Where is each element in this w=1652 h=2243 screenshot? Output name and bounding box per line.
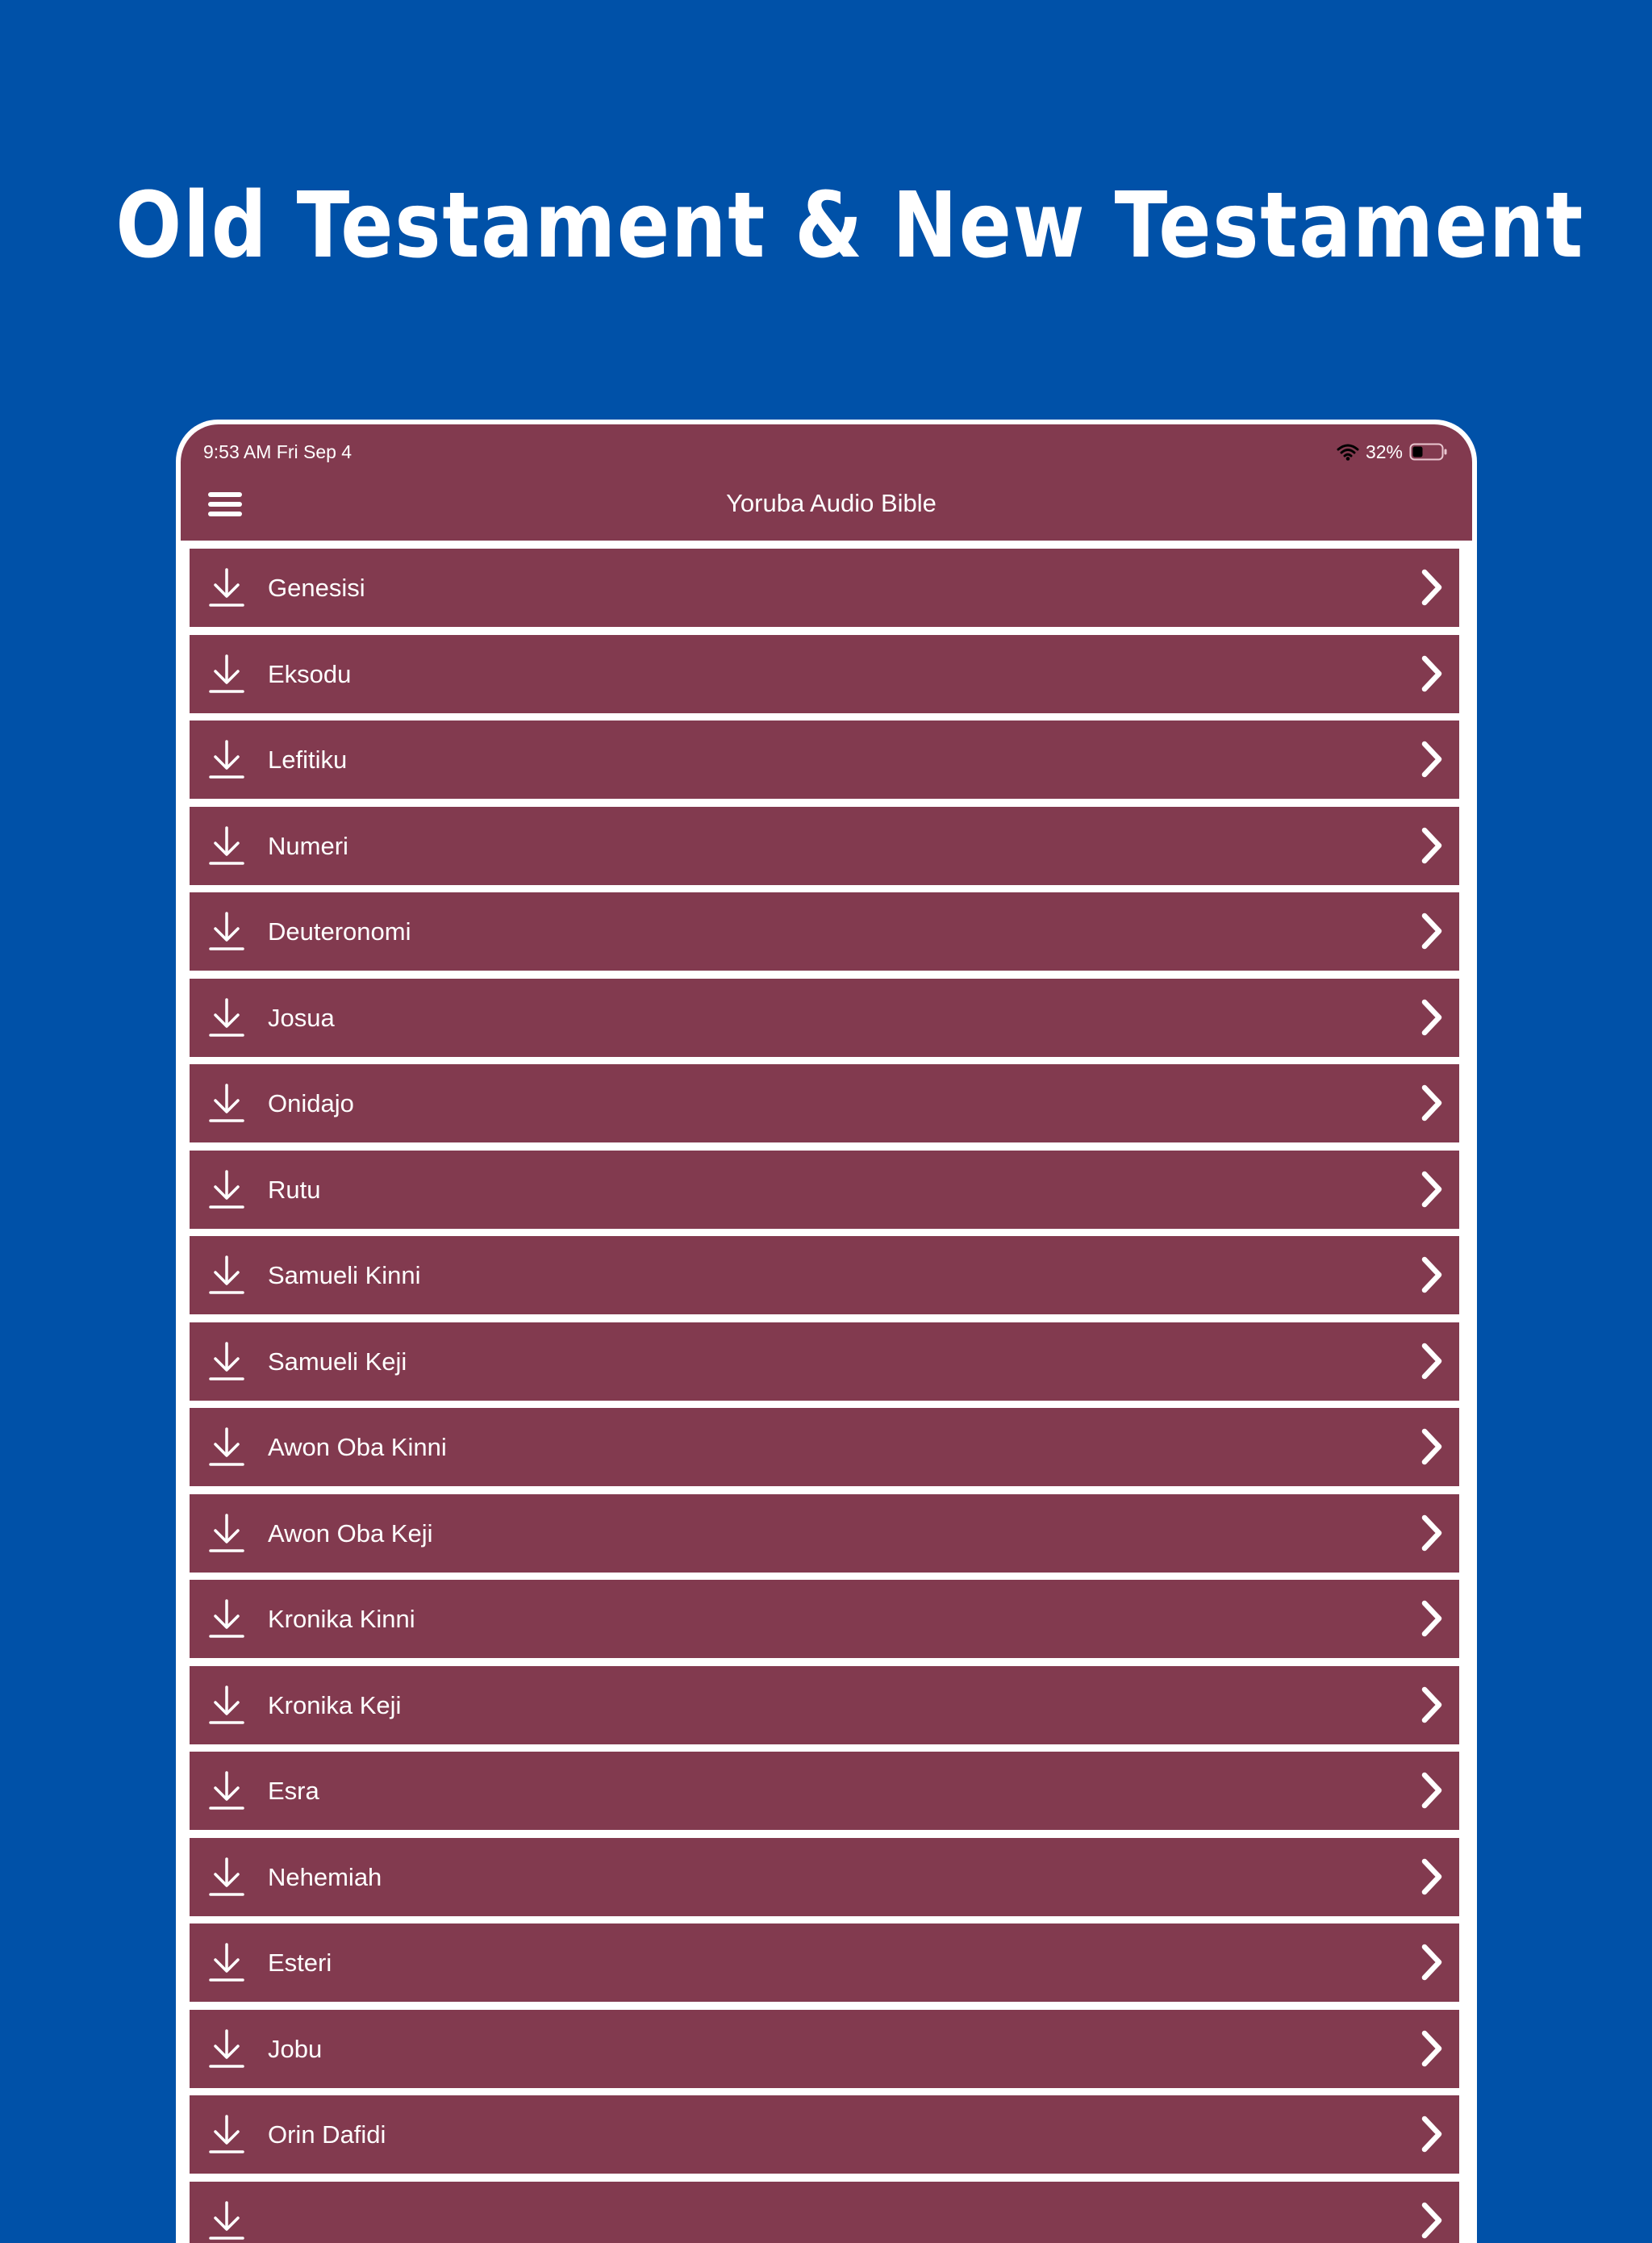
download-icon[interactable] (209, 1857, 244, 1898)
download-icon[interactable] (209, 1342, 244, 1382)
download-icon[interactable] (209, 1514, 244, 1554)
book-row-7[interactable]: Rutu (190, 1151, 1459, 1229)
download-icon[interactable] (209, 1427, 244, 1468)
chevron-right-icon (1419, 1771, 1443, 1810)
book-row-13[interactable]: Kronika Keji (190, 1666, 1459, 1744)
download-icon[interactable] (209, 1685, 244, 1726)
book-label: Josua (268, 979, 335, 1057)
download-icon[interactable] (209, 1943, 244, 1983)
book-list: Genesisi Eksodu Le (190, 549, 1459, 2243)
download-icon[interactable] (209, 654, 244, 695)
book-label: Orin Dafidi (268, 2095, 386, 2174)
chevron-right-icon (1419, 2115, 1443, 2153)
battery-percent: 32% (1366, 441, 1403, 463)
download-icon[interactable] (209, 1084, 244, 1124)
book-label: Esra (268, 1752, 319, 1830)
book-row-1[interactable]: Eksodu (190, 635, 1459, 713)
download-icon[interactable] (209, 1170, 244, 1210)
download-icon[interactable] (209, 1599, 244, 1639)
book-row-8[interactable]: Samueli Kinni (190, 1236, 1459, 1314)
chevron-right-icon (1419, 1943, 1443, 1982)
status-time: 9:53 AM Fri Sep 4 (203, 437, 352, 466)
book-label: Samueli Kinni (268, 1236, 421, 1314)
book-label: Esteri (268, 1923, 332, 2002)
book-row-0[interactable]: Genesisi (190, 549, 1459, 627)
book-label: Nehemiah (268, 1838, 382, 1916)
chevron-right-icon (1419, 998, 1443, 1037)
book-label: Onidajo (268, 1064, 354, 1142)
book-row-10[interactable]: Awon Oba Kinni (190, 1408, 1459, 1486)
chevron-right-icon (1419, 826, 1443, 865)
chevron-right-icon (1419, 1255, 1443, 1294)
chevron-right-icon (1419, 654, 1443, 693)
book-row-9[interactable]: Samueli Keji (190, 1322, 1459, 1401)
book-row-18[interactable]: Orin Dafidi (190, 2095, 1459, 2174)
book-row-3[interactable]: Numeri (190, 807, 1459, 885)
chevron-right-icon (1419, 740, 1443, 779)
book-label: Deuteronomi (268, 892, 411, 971)
chevron-right-icon (1419, 1514, 1443, 1552)
book-row-15[interactable]: Nehemiah (190, 1838, 1459, 1916)
download-icon[interactable] (209, 998, 244, 1038)
book-label: Genesisi (268, 549, 365, 627)
promo-headline: Old Testament & New Testament (115, 165, 1536, 286)
book-row-17[interactable]: Jobu (190, 2010, 1459, 2088)
download-icon[interactable] (209, 826, 244, 867)
book-row-4[interactable]: Deuteronomi (190, 892, 1459, 971)
download-icon[interactable] (209, 740, 244, 780)
chevron-right-icon (1419, 1599, 1443, 1638)
download-icon[interactable] (209, 2029, 244, 2070)
chevron-right-icon (1419, 1857, 1443, 1896)
book-row-5[interactable]: Josua (190, 979, 1459, 1057)
chevron-right-icon (1419, 1685, 1443, 1724)
book-row-12[interactable]: Kronika Kinni (190, 1580, 1459, 1658)
download-icon[interactable] (209, 1255, 244, 1296)
chevron-right-icon (1419, 568, 1443, 607)
battery-icon (1409, 442, 1448, 462)
book-label: Rutu (268, 1151, 320, 1229)
book-label: Eksodu (268, 635, 351, 713)
chevron-right-icon (1419, 912, 1443, 950)
book-row-14[interactable]: Esra (190, 1752, 1459, 1830)
download-icon[interactable] (209, 912, 244, 952)
chevron-right-icon (1419, 2201, 1443, 2240)
book-row-16[interactable]: Esteri (190, 1923, 1459, 2002)
wifi-icon (1337, 443, 1359, 461)
book-label: Samueli Keji (268, 1322, 407, 1401)
chevron-right-icon (1419, 1170, 1443, 1209)
book-row-11[interactable]: Awon Oba Keji (190, 1494, 1459, 1573)
book-row-19[interactable] (190, 2182, 1459, 2243)
book-label: Awon Oba Keji (268, 1494, 433, 1573)
book-row-2[interactable]: Lefitiku (190, 721, 1459, 799)
book-label: Jobu (268, 2010, 322, 2088)
book-row-6[interactable]: Onidajo (190, 1064, 1459, 1142)
app-header: 9:53 AM Fri Sep 4 32% (181, 424, 1472, 541)
device-frame: 9:53 AM Fri Sep 4 32% (176, 420, 1477, 2243)
status-indicators: 32% (1337, 437, 1448, 466)
chevron-right-icon (1419, 1427, 1443, 1466)
book-label: Lefitiku (268, 721, 347, 799)
app-title: Yoruba Audio Bible (181, 487, 1477, 520)
book-label: Kronika Keji (268, 1666, 401, 1744)
book-label: Numeri (268, 807, 348, 885)
chevron-right-icon (1419, 2029, 1443, 2068)
download-icon[interactable] (209, 2201, 244, 2241)
download-icon[interactable] (209, 568, 244, 608)
download-icon[interactable] (209, 1771, 244, 1811)
chevron-right-icon (1419, 1084, 1443, 1122)
book-label: Awon Oba Kinni (268, 1408, 447, 1486)
book-label: Kronika Kinni (268, 1580, 415, 1658)
chevron-right-icon (1419, 1342, 1443, 1380)
download-icon[interactable] (209, 2115, 244, 2155)
